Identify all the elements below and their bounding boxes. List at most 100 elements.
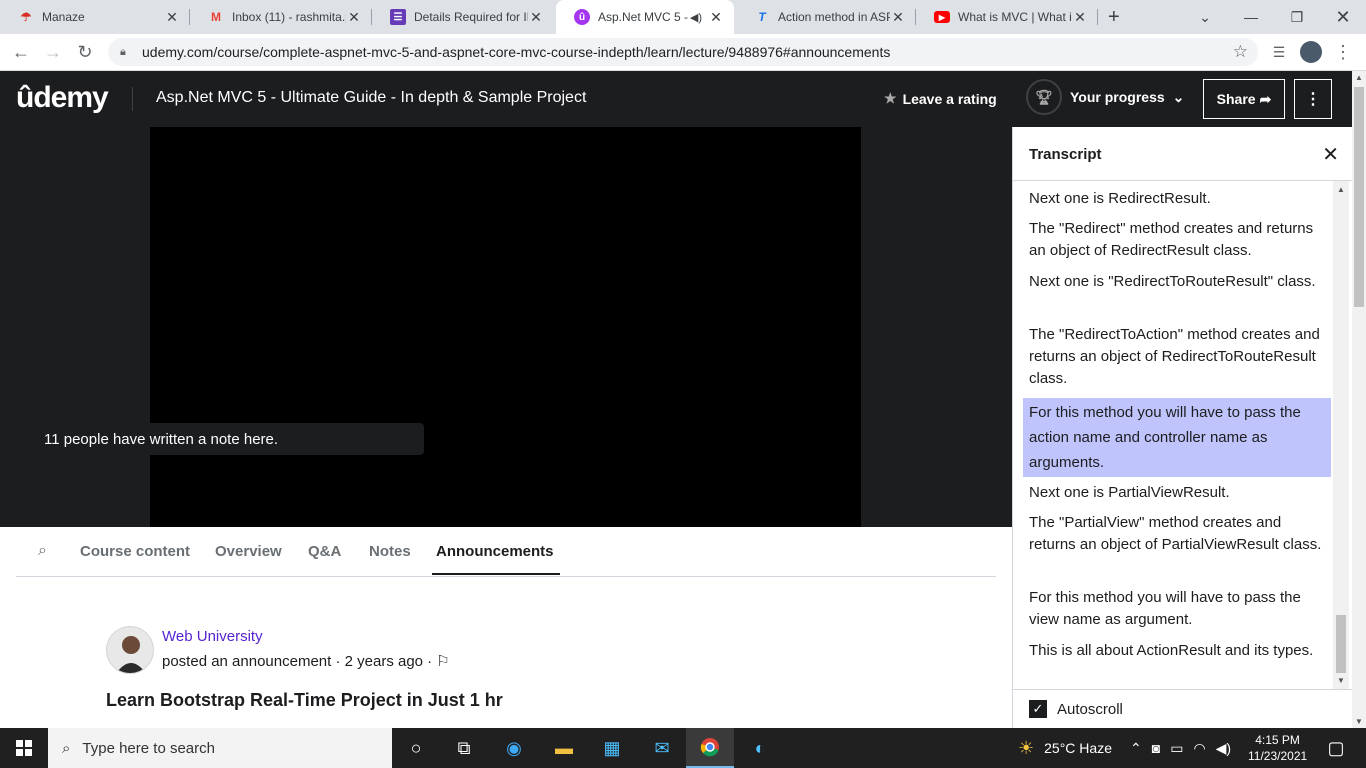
browser-tab[interactable]: ☂ Manaze ✕: [0, 0, 190, 34]
browser-tab[interactable]: M Inbox (11) - rashmita.p ✕: [190, 0, 372, 34]
share-arrow-icon: ➦: [1259, 90, 1272, 107]
transcript-scroll-thumb[interactable]: [1336, 615, 1346, 673]
transcript-cue[interactable]: The "RedirectToAction" method creates an…: [1029, 324, 1325, 390]
browser-menu-icon[interactable]: ⋮: [1330, 39, 1356, 65]
url-text: udemy.com/course/complete-aspnet-mvc-5-a…: [142, 44, 891, 60]
video-player-area: 11 people have written a note here.: [0, 127, 1012, 527]
transcript-cue[interactable]: Next one is PartialViewResult.: [1029, 482, 1325, 504]
close-icon[interactable]: ✕: [346, 9, 362, 26]
transcript-cue[interactable]: Next one is RedirectResult.: [1029, 188, 1325, 210]
transcript-title: Transcript: [1029, 146, 1102, 163]
restore-button[interactable]: ❐: [1274, 0, 1320, 34]
browser-tab-active[interactable]: û Asp.Net MVC 5 - U ◀) ✕: [556, 0, 734, 34]
mail-icon[interactable]: ✉: [638, 728, 686, 768]
announcement-author[interactable]: Web University: [162, 628, 263, 645]
forms-icon: ☰: [390, 9, 406, 25]
your-progress-button[interactable]: 🏆︎ Your progress ⌄: [1026, 79, 1184, 115]
checkbox-checked-icon[interactable]: ✓: [1029, 700, 1047, 718]
note-toast[interactable]: 11 people have written a note here.: [30, 423, 424, 455]
close-icon[interactable]: ✕: [1072, 9, 1088, 26]
bookmark-star-icon[interactable]: ☆: [1233, 42, 1248, 62]
scroll-up-icon[interactable]: ▲: [1355, 73, 1363, 82]
battery-icon[interactable]: ▭: [1170, 740, 1183, 757]
tab-overview[interactable]: Overview: [215, 543, 282, 560]
chevron-down-icon: ⌄: [1172, 88, 1185, 105]
search-icon[interactable]: ⌕: [38, 542, 47, 560]
transcript-cue[interactable]: Next one is "RedirectToRouteResult" clas…: [1029, 271, 1325, 293]
file-explorer-icon[interactable]: ▬: [540, 728, 588, 768]
reading-list-icon[interactable]: ☰: [1266, 39, 1292, 65]
close-icon[interactable]: ✕: [528, 9, 544, 26]
reload-icon[interactable]: ↻: [72, 39, 98, 65]
lock-icon: 🔒︎: [120, 45, 126, 58]
transcript-cue[interactable]: The "PartialView" method creates and ret…: [1029, 512, 1325, 556]
notification-icon[interactable]: ▢: [1312, 728, 1360, 768]
system-tray: ☀ 25°C Haze ⌃ ◙ ▭ ◠ ◀): [1018, 737, 1232, 759]
course-content-tabs: ⌕ Course content Overview Q&A Notes Anno…: [16, 527, 996, 577]
transcript-cue[interactable]: For this method you will have to pass th…: [1029, 587, 1325, 631]
back-icon[interactable]: ←: [8, 39, 34, 65]
scroll-down-icon[interactable]: ▼: [1355, 717, 1363, 726]
browser-tab[interactable]: ▶ What is MVC | What is ✕: [916, 0, 1098, 34]
active-tab-underline: [432, 573, 560, 575]
transcript-cue-active[interactable]: For this method you will have to pass th…: [1023, 398, 1331, 477]
minimize-button[interactable]: —: [1228, 0, 1274, 34]
close-icon[interactable]: ✕: [1322, 142, 1339, 167]
wifi-icon[interactable]: ◠: [1193, 740, 1205, 757]
search-icon: ⌕: [62, 739, 71, 757]
scroll-up-icon[interactable]: ▲: [1337, 185, 1345, 194]
new-tab-button[interactable]: +: [1108, 6, 1120, 29]
edge-icon[interactable]: ◉: [490, 728, 538, 768]
announcement-title: Learn Bootstrap Real-Time Project in Jus…: [106, 690, 503, 710]
transcript-scrollbar[interactable]: ▲ ▼: [1333, 181, 1349, 689]
transcript-list[interactable]: Next one is RedirectResult. The "Redirec…: [1013, 181, 1333, 689]
avatar: [106, 626, 154, 674]
tab-qa[interactable]: Q&A: [308, 543, 341, 560]
taskbar-search-box[interactable]: ⌕ Type here to search: [48, 728, 392, 768]
close-icon[interactable]: ✕: [164, 9, 180, 26]
close-icon[interactable]: ✕: [890, 9, 906, 26]
trophy-icon: 🏆︎: [1026, 79, 1062, 115]
transcript-cue[interactable]: This is all about ActionResult and its t…: [1029, 640, 1325, 662]
t-icon: T: [758, 10, 766, 24]
page-scrollbar[interactable]: ▲ ▼: [1352, 71, 1366, 728]
volume-icon[interactable]: ◀): [1216, 740, 1231, 757]
profile-avatar[interactable]: [1298, 39, 1324, 65]
chevron-up-icon[interactable]: ⌃: [1130, 740, 1142, 757]
browser-tab[interactable]: ☰ Details Required for ID ✕: [372, 0, 554, 34]
forward-icon[interactable]: →: [40, 39, 66, 65]
scroll-down-icon[interactable]: ▼: [1337, 676, 1345, 685]
store-icon[interactable]: ▦: [588, 728, 636, 768]
chrome-icon[interactable]: [686, 728, 734, 768]
autoscroll-toggle[interactable]: ✓ Autoscroll: [1013, 689, 1353, 728]
star-icon: ★: [884, 90, 897, 106]
tab-search-icon[interactable]: ⌄: [1182, 0, 1228, 34]
page-scroll-thumb[interactable]: [1354, 87, 1364, 307]
video-player[interactable]: [150, 127, 861, 527]
windows-start-icon[interactable]: [0, 728, 48, 768]
app-icon[interactable]: ◐: [736, 728, 784, 768]
speaker-icon[interactable]: ◀): [690, 11, 702, 24]
transcript-cue[interactable]: The "Redirect" method creates and return…: [1029, 218, 1325, 262]
browser-tab[interactable]: T Action method in ASP ✕: [736, 0, 916, 34]
tab-course-content[interactable]: Course content: [80, 543, 190, 560]
transcript-header: Transcript ✕: [1013, 127, 1353, 181]
tab-notes[interactable]: Notes: [369, 543, 411, 560]
url-bar[interactable]: 🔒︎ udemy.com/course/complete-aspnet-mvc-…: [108, 38, 1258, 66]
udemy-logo[interactable]: ûdemy: [16, 81, 109, 115]
taskbar-clock[interactable]: 4:15 PM 11/23/2021: [1248, 732, 1307, 764]
cortana-icon[interactable]: ○: [392, 728, 440, 768]
close-icon[interactable]: ✕: [708, 9, 724, 26]
announcement-meta: posted an announcement · 2 years ago · ⚐: [162, 652, 450, 671]
tab-announcements[interactable]: Announcements: [436, 543, 554, 560]
more-options-button[interactable]: ⋮: [1294, 79, 1332, 119]
transcript-panel: Transcript ✕ Next one is RedirectResult.…: [1012, 127, 1353, 728]
course-title[interactable]: Asp.Net MVC 5 - Ultimate Guide - In dept…: [156, 89, 586, 107]
flag-icon[interactable]: ⚐: [436, 652, 449, 670]
share-button[interactable]: Share ➦: [1203, 79, 1285, 119]
meet-icon[interactable]: ◙: [1152, 740, 1160, 756]
weather-icon[interactable]: ☀: [1018, 738, 1034, 759]
close-window-button[interactable]: ✕: [1320, 0, 1366, 34]
leave-rating-button[interactable]: ★ Leave a rating: [884, 90, 997, 107]
task-view-icon[interactable]: ⧉: [440, 728, 488, 768]
